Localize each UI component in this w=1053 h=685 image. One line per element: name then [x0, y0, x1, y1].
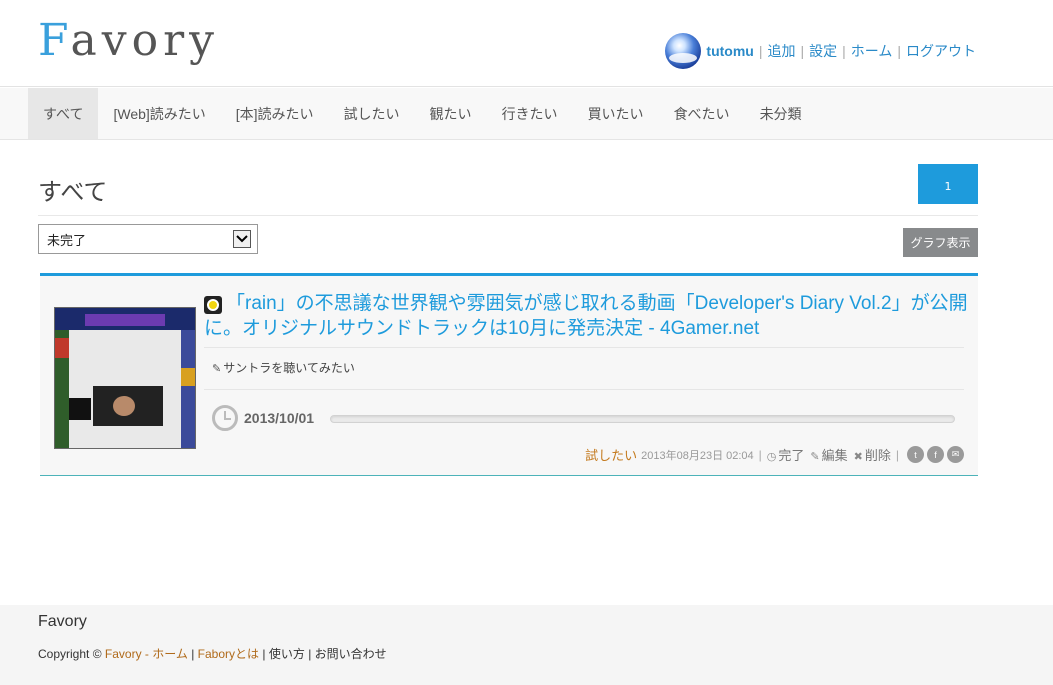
footer-home-link[interactable]: Favory - ホーム [105, 647, 188, 661]
graph-view-button[interactable]: グラフ表示 [903, 228, 978, 257]
nav-item-web-read[interactable]: [Web]読みたい [98, 88, 220, 139]
delete-label: 削除 [864, 448, 891, 463]
item-meta: 試したい 2013年08月23日 02:04 | ◷ 完了 ✎ 編集 ✖ 削除 | t… [585, 445, 964, 464]
divider [204, 347, 964, 348]
edit-button[interactable]: ✎ 編集 [810, 445, 847, 464]
divider [38, 215, 978, 216]
favorite-item-card: 「rain」の不思議な世界観や雰囲気が感じ取れる動画「Developer's D… [40, 273, 978, 476]
item-memo: ✎ サントラを聴いてみたい [212, 359, 355, 376]
avatar[interactable] [665, 33, 702, 69]
logo-first-letter: F [38, 15, 71, 66]
footer-copyright: Copyright © Favory - ホーム | Faboryとは | 使い… [38, 645, 387, 662]
settings-link[interactable]: 設定 [809, 41, 837, 61]
footer-about-link[interactable]: Faboryとは [198, 647, 259, 661]
site-header: Favory tutomu | 追加 | 設定 | ホーム | ログアウト [0, 0, 1053, 87]
status-filter-select[interactable]: 未完了 [38, 224, 258, 254]
edit-label: 編集 [821, 448, 848, 463]
separator: | [758, 43, 763, 59]
nav-item-try[interactable]: 試したい [329, 88, 415, 139]
site-logo[interactable]: Favory [38, 14, 219, 68]
add-link[interactable]: 追加 [767, 41, 795, 61]
twitter-icon[interactable]: t [907, 446, 924, 463]
nav-item-buy[interactable]: 買いたい [573, 88, 659, 139]
item-progress-bar [330, 415, 955, 423]
separator: | [895, 447, 899, 462]
edit-icon: ✎ [810, 451, 820, 463]
username-link[interactable]: tutomu [706, 43, 753, 59]
separator: | [897, 43, 901, 59]
footer-brand: Favory [38, 613, 87, 630]
item-title-link[interactable]: 「rain」の不思議な世界観や雰囲気が感じ取れる動画「Developer's D… [204, 291, 974, 341]
separator: | [842, 43, 846, 59]
status-filter-value: 未完了 [47, 233, 87, 249]
complete-label: 完了 [778, 448, 805, 463]
logo-rest: avory [70, 15, 220, 66]
nav-item-go[interactable]: 行きたい [487, 88, 573, 139]
separator: | [800, 43, 805, 59]
nav-item-uncategorized[interactable]: 未分類 [745, 88, 817, 139]
page-title: すべて [38, 179, 108, 206]
item-due-date: 2013/10/01 [244, 410, 315, 426]
logout-link[interactable]: ログアウト [906, 41, 976, 61]
delete-button[interactable]: ✖ 削除 [854, 445, 891, 464]
nav-item-eat[interactable]: 食べたい [659, 88, 745, 139]
divider [204, 389, 964, 390]
category-nav: すべて [Web]読みたい [本]読みたい 試したい 観たい 行きたい 買いたい… [0, 88, 1053, 140]
nav-item-watch[interactable]: 観たい [415, 88, 487, 139]
chevron-down-icon[interactable] [233, 230, 251, 248]
nav-item-all[interactable]: すべて [28, 88, 99, 139]
footer-usage-link[interactable]: 使い方 [269, 647, 305, 661]
mail-icon[interactable]: ✉ [947, 446, 964, 463]
item-thumbnail[interactable] [54, 307, 196, 449]
pencil-icon: ✎ [212, 363, 222, 375]
item-registered-date: 2013年08月23日 02:04 [641, 449, 754, 462]
separator: | [758, 447, 762, 462]
clock-icon [212, 405, 238, 431]
footer-contact-link[interactable]: お問い合わせ [315, 647, 387, 661]
user-nav: tutomu | 追加 | 設定 | ホーム | ログアウト [665, 33, 976, 69]
complete-button[interactable]: ◷ 完了 [767, 445, 805, 464]
copyright-prefix: Copyright © [38, 647, 102, 661]
clock-small-icon: ◷ [766, 451, 777, 463]
close-icon: ✖ [853, 451, 863, 463]
home-link[interactable]: ホーム [851, 41, 893, 61]
nav-item-book-read[interactable]: [本]読みたい [221, 88, 329, 139]
item-category-link[interactable]: 試したい [585, 445, 637, 464]
site-footer: Favory Copyright © Favory - ホーム | Fabory… [0, 605, 1053, 685]
facebook-icon[interactable]: f [927, 446, 944, 463]
item-memo-text: サントラを聴いてみたい [223, 361, 355, 375]
pagination-current-page[interactable]: 1 [918, 164, 978, 204]
